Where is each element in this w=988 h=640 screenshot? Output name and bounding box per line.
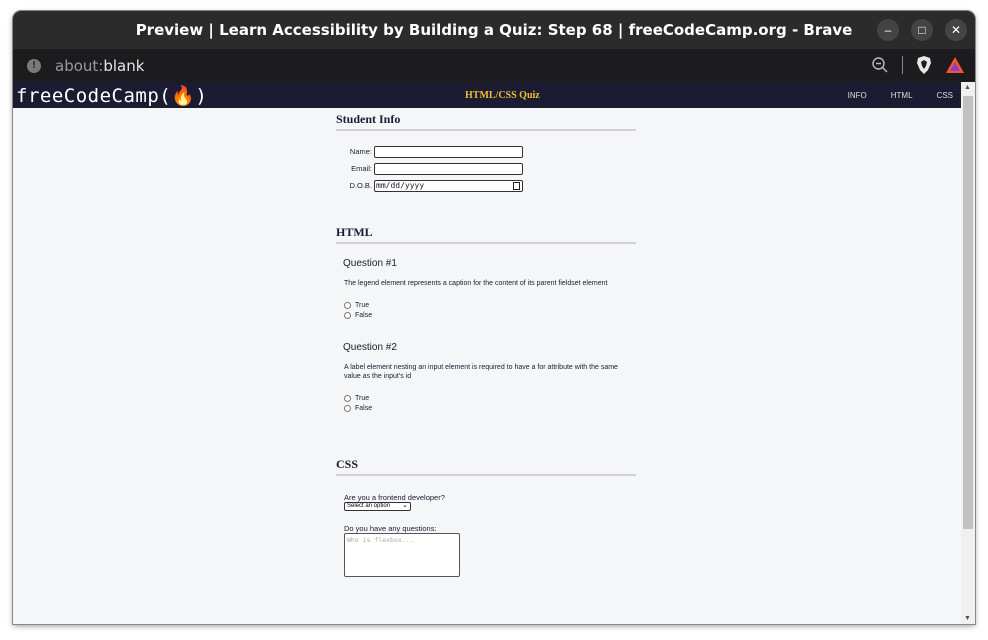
option-label: False [355, 311, 373, 319]
question-2-text: A label element nesting an input element… [344, 364, 618, 380]
browser-window: Preview | Learn Accessibility by Buildin… [13, 11, 975, 624]
url-host: blank [103, 56, 145, 75]
questions-label: Do you have any questions: [344, 524, 437, 533]
select-value: Select an option [347, 503, 391, 509]
dob-label: D.O.B. [349, 181, 372, 190]
question-2-option-false[interactable]: False [344, 403, 636, 413]
address-bar-actions [870, 55, 965, 75]
radio-button[interactable] [344, 311, 351, 319]
zoom-out-icon[interactable] [870, 55, 890, 75]
url-scheme: about: [55, 56, 104, 75]
window-title: Preview | Learn Accessibility by Buildin… [135, 21, 853, 39]
name-row: Name: [338, 143, 636, 160]
nav-link-css[interactable]: CSS [937, 91, 953, 100]
brave-shields-icon[interactable] [915, 55, 933, 75]
brave-rewards-icon[interactable] [945, 56, 965, 74]
question-1-option-false[interactable]: False [344, 310, 636, 320]
email-row: Email: [338, 160, 636, 177]
minimize-button[interactable]: – [877, 19, 899, 41]
close-button[interactable]: ✕ [945, 19, 967, 41]
question-1-option-true[interactable]: True [344, 300, 636, 310]
page-viewport: freeCodeCamp(🔥) HTML/CSS Quiz INFO HTML … [13, 82, 975, 624]
question-1-text: The legend element represents a caption … [344, 280, 608, 287]
option-label: True [355, 394, 370, 402]
option-label: True [355, 301, 370, 309]
scroll-down-icon[interactable]: ▼ [964, 615, 971, 622]
html-heading: HTML [336, 225, 636, 244]
question-1-title: Question #1 [343, 258, 397, 269]
radio-button[interactable] [344, 301, 351, 309]
scrollbar[interactable]: ▲ ▼ [961, 82, 975, 624]
window-controls: – □ ✕ [877, 19, 967, 41]
frontend-select[interactable]: Select an option ⌄ [344, 502, 411, 511]
radio-button[interactable] [344, 394, 351, 402]
css-heading: CSS [336, 457, 636, 476]
email-label: Email: [351, 164, 372, 173]
title-bar: Preview | Learn Accessibility by Buildin… [13, 11, 975, 49]
info-icon[interactable]: ! [27, 58, 41, 73]
question-2-option-true[interactable]: True [344, 393, 636, 403]
name-input[interactable] [374, 145, 523, 158]
radio-button[interactable] [344, 404, 351, 412]
quiz-form: Student Info Name: Email: D.O.B. mm/dd/y… [336, 82, 636, 577]
name-label: Name: [349, 147, 372, 156]
email-input[interactable] [374, 162, 523, 175]
option-label: False [355, 404, 373, 412]
chevron-down-icon: ⌄ [402, 502, 408, 509]
dob-input[interactable]: mm/dd/yyyy [374, 179, 523, 192]
freecodecamp-logo[interactable]: freeCodeCamp(🔥) [16, 84, 207, 107]
scroll-thumb[interactable] [963, 96, 973, 529]
frontend-question-label: Are you a frontend developer? [344, 493, 445, 502]
address-bar: ! about:blank [13, 49, 975, 82]
maximize-button[interactable]: □ [911, 19, 933, 41]
url-field[interactable]: about:blank [55, 57, 144, 75]
calendar-icon[interactable] [513, 181, 520, 190]
separator [902, 56, 903, 74]
nav-link-html[interactable]: HTML [891, 91, 913, 100]
dob-row: D.O.B. mm/dd/yyyy [338, 177, 636, 194]
dob-placeholder: mm/dd/yyyy [376, 180, 425, 190]
nav-link-info[interactable]: INFO [848, 91, 867, 100]
scroll-up-icon[interactable]: ▲ [964, 84, 971, 91]
question-2-title: Question #2 [343, 342, 397, 353]
questions-textarea[interactable]: Who is flexbox... [344, 533, 460, 577]
nav-links: INFO HTML CSS [848, 91, 953, 100]
student-info-heading: Student Info [336, 112, 636, 131]
